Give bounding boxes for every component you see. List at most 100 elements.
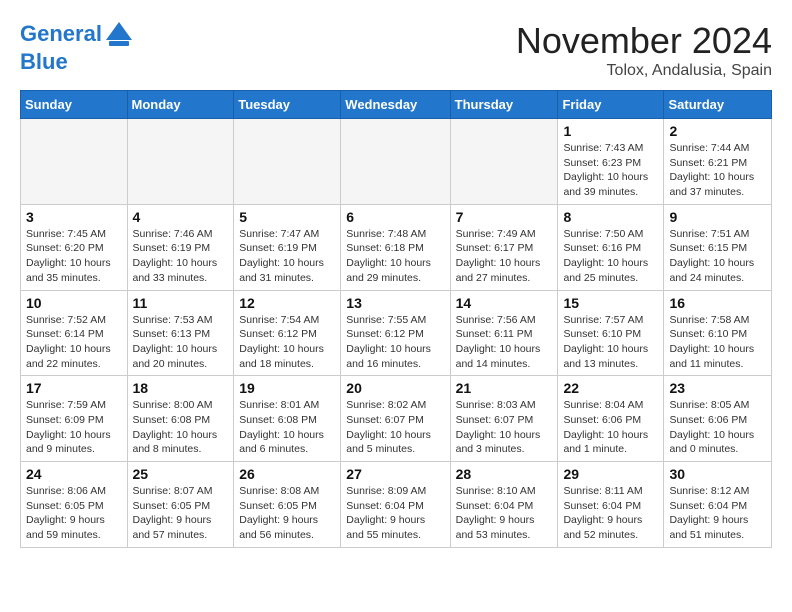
calendar-cell: 12 Sunrise: 7:54 AM Sunset: 6:12 PM Dayli… [234, 290, 341, 376]
week-row-3: 10 Sunrise: 7:52 AM Sunset: 6:14 PM Dayli… [21, 290, 772, 376]
day-info: Sunrise: 8:10 AM Sunset: 6:04 PM Dayligh… [456, 484, 553, 543]
calendar-cell: 20 Sunrise: 8:02 AM Sunset: 6:07 PM Dayli… [341, 376, 450, 462]
calendar-cell: 10 Sunrise: 7:52 AM Sunset: 6:14 PM Dayli… [21, 290, 128, 376]
calendar-cell [234, 119, 341, 205]
day-number: 15 [563, 295, 658, 311]
day-number: 9 [669, 209, 766, 225]
calendar-cell: 28 Sunrise: 8:10 AM Sunset: 6:04 PM Dayli… [450, 462, 558, 548]
day-number: 2 [669, 123, 766, 139]
day-info: Sunrise: 7:54 AM Sunset: 6:12 PM Dayligh… [239, 313, 335, 372]
day-info: Sunrise: 8:12 AM Sunset: 6:04 PM Dayligh… [669, 484, 766, 543]
day-number: 21 [456, 380, 553, 396]
day-number: 16 [669, 295, 766, 311]
title-block: November 2024 Tolox, Andalusia, Spain [516, 20, 772, 80]
calendar-cell: 11 Sunrise: 7:53 AM Sunset: 6:13 PM Dayli… [127, 290, 234, 376]
weekday-header-tuesday: Tuesday [234, 91, 341, 119]
weekday-header-sunday: Sunday [21, 91, 128, 119]
day-info: Sunrise: 7:43 AM Sunset: 6:23 PM Dayligh… [563, 141, 658, 200]
day-number: 10 [26, 295, 122, 311]
day-number: 29 [563, 466, 658, 482]
location: Tolox, Andalusia, Spain [516, 62, 772, 80]
calendar-cell: 16Sunrise: 7:58 AM Sunset: 6:10 PM Dayli… [664, 290, 772, 376]
day-number: 25 [133, 466, 229, 482]
day-number: 18 [133, 380, 229, 396]
calendar-cell: 29 Sunrise: 8:11 AM Sunset: 6:04 PM Dayli… [558, 462, 664, 548]
day-number: 8 [563, 209, 658, 225]
day-info: Sunrise: 7:49 AM Sunset: 6:17 PM Dayligh… [456, 227, 553, 286]
calendar-cell: 27 Sunrise: 8:09 AM Sunset: 6:04 PM Dayli… [341, 462, 450, 548]
weekday-header-row: SundayMondayTuesdayWednesdayThursdayFrid… [21, 91, 772, 119]
day-info: Sunrise: 8:09 AM Sunset: 6:04 PM Dayligh… [346, 484, 444, 543]
day-info: Sunrise: 7:53 AM Sunset: 6:13 PM Dayligh… [133, 313, 229, 372]
calendar-cell: 21 Sunrise: 8:03 AM Sunset: 6:07 PM Dayli… [450, 376, 558, 462]
calendar-cell [341, 119, 450, 205]
day-info: Sunrise: 7:48 AM Sunset: 6:18 PM Dayligh… [346, 227, 444, 286]
day-number: 27 [346, 466, 444, 482]
weekday-header-monday: Monday [127, 91, 234, 119]
logo-line2: Blue [20, 49, 68, 74]
calendar-cell: 26Sunrise: 8:08 AM Sunset: 6:05 PM Dayli… [234, 462, 341, 548]
calendar-cell: 4Sunrise: 7:46 AM Sunset: 6:19 PM Daylig… [127, 204, 234, 290]
page-header: General Blue November 2024 Tolox, Andalu… [20, 20, 772, 80]
day-info: Sunrise: 8:06 AM Sunset: 6:05 PM Dayligh… [26, 484, 122, 543]
calendar-cell: 22Sunrise: 8:04 AM Sunset: 6:06 PM Dayli… [558, 376, 664, 462]
calendar-cell: 25Sunrise: 8:07 AM Sunset: 6:05 PM Dayli… [127, 462, 234, 548]
day-info: Sunrise: 7:50 AM Sunset: 6:16 PM Dayligh… [563, 227, 658, 286]
day-number: 17 [26, 380, 122, 396]
calendar-cell: 6 Sunrise: 7:48 AM Sunset: 6:18 PM Daylig… [341, 204, 450, 290]
day-number: 11 [133, 295, 229, 311]
day-number: 4 [133, 209, 229, 225]
calendar-cell [21, 119, 128, 205]
calendar-cell: 3 Sunrise: 7:45 AM Sunset: 6:20 PM Daylig… [21, 204, 128, 290]
week-row-4: 17 Sunrise: 7:59 AM Sunset: 6:09 PM Dayli… [21, 376, 772, 462]
day-number: 19 [239, 380, 335, 396]
day-info: Sunrise: 8:00 AM Sunset: 6:08 PM Dayligh… [133, 398, 229, 457]
day-number: 3 [26, 209, 122, 225]
calendar-cell: 7Sunrise: 7:49 AM Sunset: 6:17 PM Daylig… [450, 204, 558, 290]
logo-icon [104, 20, 134, 50]
day-info: Sunrise: 8:05 AM Sunset: 6:06 PM Dayligh… [669, 398, 766, 457]
calendar-cell [127, 119, 234, 205]
calendar-cell: 8 Sunrise: 7:50 AM Sunset: 6:16 PM Daylig… [558, 204, 664, 290]
day-number: 5 [239, 209, 335, 225]
calendar-cell: 18 Sunrise: 8:00 AM Sunset: 6:08 PM Dayli… [127, 376, 234, 462]
day-info: Sunrise: 8:03 AM Sunset: 6:07 PM Dayligh… [456, 398, 553, 457]
day-info: Sunrise: 8:11 AM Sunset: 6:04 PM Dayligh… [563, 484, 658, 543]
week-row-5: 24 Sunrise: 8:06 AM Sunset: 6:05 PM Dayli… [21, 462, 772, 548]
day-number: 26 [239, 466, 335, 482]
calendar-cell: 5 Sunrise: 7:47 AM Sunset: 6:19 PM Daylig… [234, 204, 341, 290]
day-info: Sunrise: 7:51 AM Sunset: 6:15 PM Dayligh… [669, 227, 766, 286]
day-number: 28 [456, 466, 553, 482]
day-info: Sunrise: 8:04 AM Sunset: 6:06 PM Dayligh… [563, 398, 658, 457]
weekday-header-friday: Friday [558, 91, 664, 119]
calendar-cell: 30 Sunrise: 8:12 AM Sunset: 6:04 PM Dayli… [664, 462, 772, 548]
day-info: Sunrise: 7:59 AM Sunset: 6:09 PM Dayligh… [26, 398, 122, 457]
logo-line1: General [20, 21, 102, 46]
day-info: Sunrise: 7:47 AM Sunset: 6:19 PM Dayligh… [239, 227, 335, 286]
day-info: Sunrise: 7:52 AM Sunset: 6:14 PM Dayligh… [26, 313, 122, 372]
day-number: 12 [239, 295, 335, 311]
week-row-2: 3 Sunrise: 7:45 AM Sunset: 6:20 PM Daylig… [21, 204, 772, 290]
calendar-cell: 19Sunrise: 8:01 AM Sunset: 6:08 PM Dayli… [234, 376, 341, 462]
calendar-table: SundayMondayTuesdayWednesdayThursdayFrid… [20, 90, 772, 548]
day-number: 13 [346, 295, 444, 311]
day-info: Sunrise: 7:45 AM Sunset: 6:20 PM Dayligh… [26, 227, 122, 286]
logo-text: General Blue [20, 20, 134, 74]
weekday-header-saturday: Saturday [664, 91, 772, 119]
calendar-cell: 2Sunrise: 7:44 AM Sunset: 6:21 PM Daylig… [664, 119, 772, 205]
calendar-cell: 15Sunrise: 7:57 AM Sunset: 6:10 PM Dayli… [558, 290, 664, 376]
day-number: 14 [456, 295, 553, 311]
calendar-cell: 1Sunrise: 7:43 AM Sunset: 6:23 PM Daylig… [558, 119, 664, 205]
day-info: Sunrise: 7:55 AM Sunset: 6:12 PM Dayligh… [346, 313, 444, 372]
calendar-cell: 23 Sunrise: 8:05 AM Sunset: 6:06 PM Dayli… [664, 376, 772, 462]
day-info: Sunrise: 8:02 AM Sunset: 6:07 PM Dayligh… [346, 398, 444, 457]
weekday-header-wednesday: Wednesday [341, 91, 450, 119]
calendar-cell: 9 Sunrise: 7:51 AM Sunset: 6:15 PM Daylig… [664, 204, 772, 290]
day-number: 6 [346, 209, 444, 225]
day-number: 24 [26, 466, 122, 482]
day-number: 20 [346, 380, 444, 396]
calendar-cell: 24 Sunrise: 8:06 AM Sunset: 6:05 PM Dayli… [21, 462, 128, 548]
day-number: 23 [669, 380, 766, 396]
month-title: November 2024 [516, 20, 772, 62]
day-number: 30 [669, 466, 766, 482]
